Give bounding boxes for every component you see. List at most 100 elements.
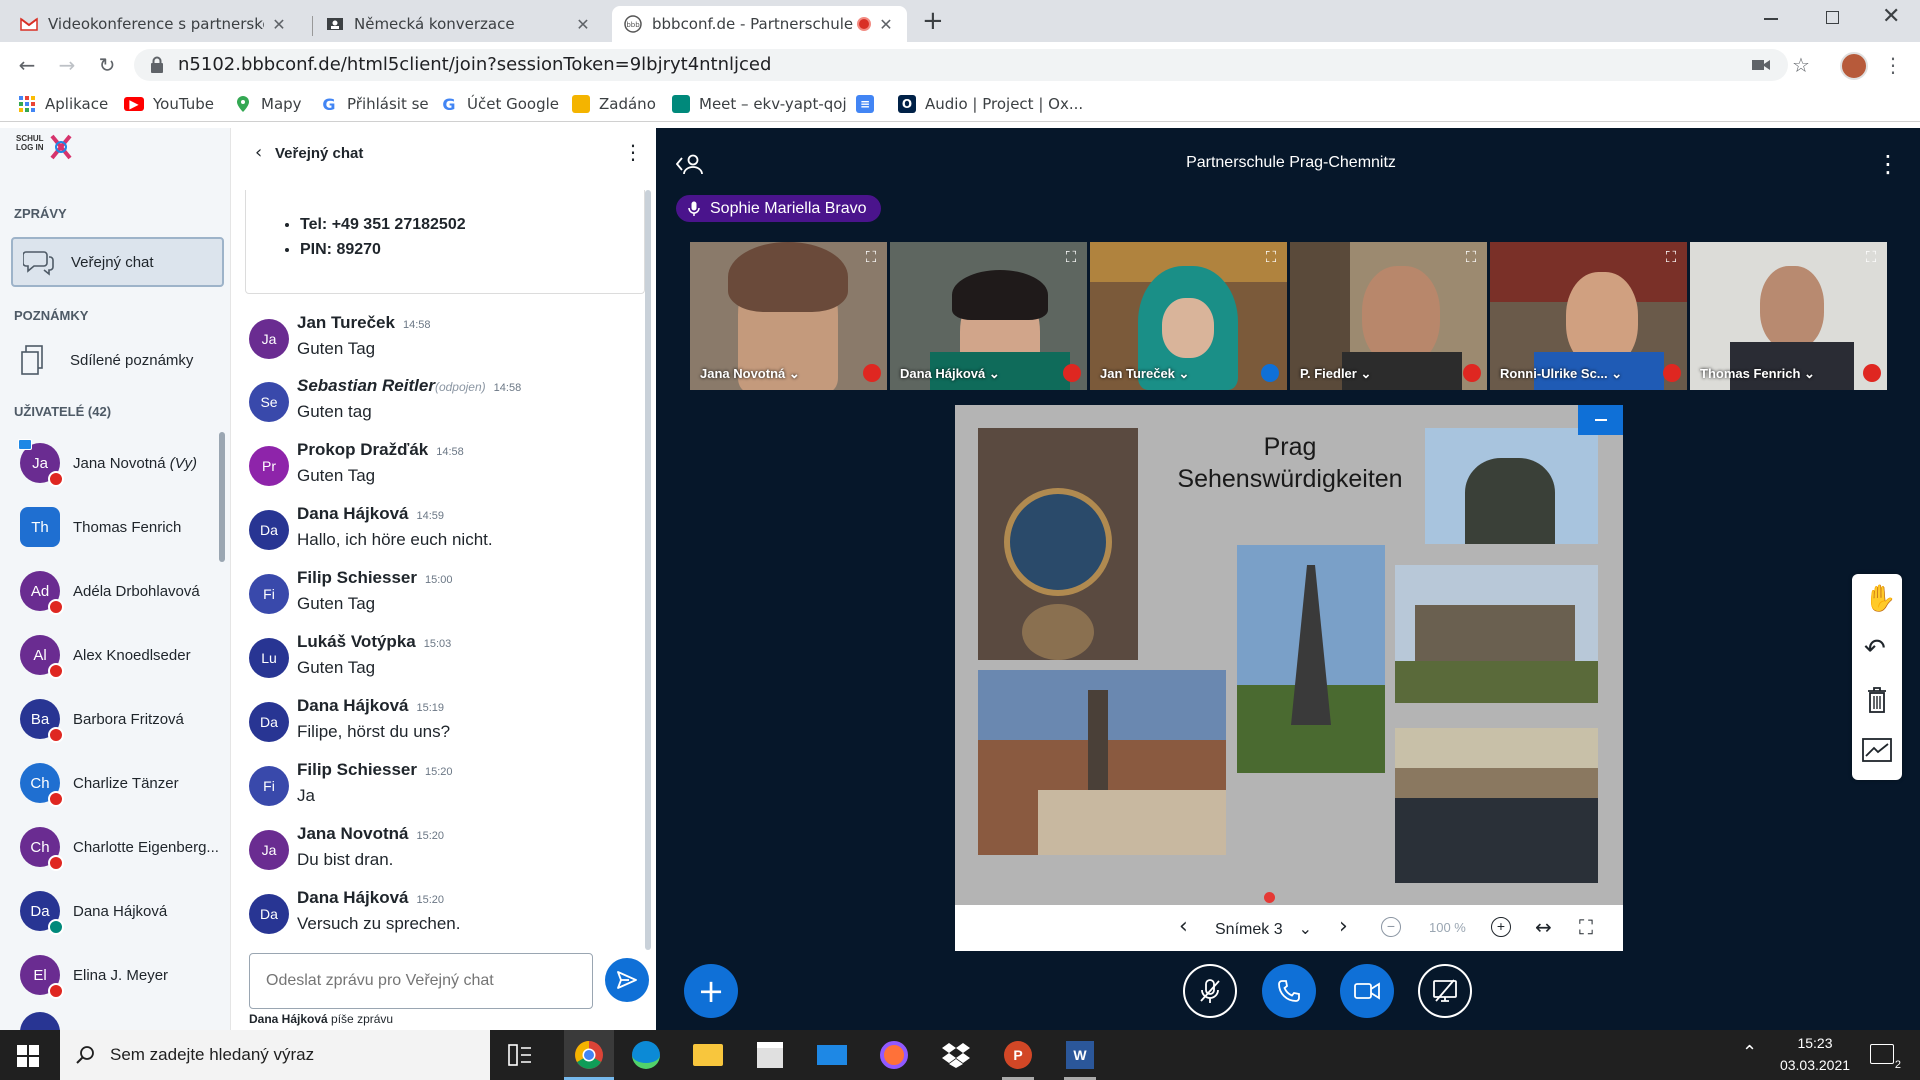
bookmark-sign-in[interactable]: G Přihlásit se [320, 93, 428, 115]
chat-message-input[interactable] [249, 953, 593, 1009]
public-chat-item[interactable]: Veřejný chat [11, 237, 224, 287]
url-text[interactable]: n5102.bbbconf.de/html5client/join?sessio… [178, 54, 771, 75]
taskbar-powerpoint[interactable]: P [998, 1035, 1038, 1075]
user-item[interactable]: Ba Barbora Fritzová [20, 694, 184, 744]
new-tab-icon[interactable]: + [922, 6, 944, 36]
fullscreen-icon[interactable]: ⛶ [1579, 915, 1593, 939]
tab-bbbconf[interactable]: bbb bbbconf.de - Partnerschule P ✕ [612, 6, 907, 42]
camera-blocked-icon[interactable] [1752, 58, 1770, 72]
fullscreen-icon[interactable]: ⛶ [1861, 248, 1881, 268]
meeting-options-icon[interactable]: ⋮ [1876, 150, 1900, 178]
bookmark-google-account[interactable]: G Účet Google [440, 93, 559, 115]
close-tab-icon[interactable]: ✕ [877, 15, 895, 34]
chat-options-icon[interactable]: ⋮ [623, 140, 643, 164]
video-user-name[interactable]: Jan Tureček ⌄ [1100, 366, 1189, 382]
profile-avatar[interactable] [1840, 52, 1868, 80]
undo-icon[interactable]: ↶ [1864, 634, 1886, 664]
user-item[interactable]: Da Dana Hájková [20, 886, 167, 936]
taskbar-mail[interactable] [812, 1035, 852, 1075]
bookmark-youtube[interactable]: ▶ YouTube [124, 93, 214, 115]
hide-presentation-button[interactable] [1578, 405, 1623, 435]
taskbar-store[interactable] [750, 1035, 790, 1075]
taskbar-search-box[interactable]: Sem zadejte hledaný výraz [60, 1030, 490, 1080]
bookmark-apps[interactable]: Aplikace [18, 93, 108, 115]
video-tile[interactable]: ⛶ Thomas Fenrich ⌄ [1690, 242, 1887, 390]
shared-notes-item[interactable]: Sdílené poznámky [20, 340, 220, 380]
user-item[interactable]: Ch Charlize Tänzer [20, 758, 179, 808]
video-user-name[interactable]: P. Fiedler ⌄ [1300, 366, 1371, 382]
bookmark-meet[interactable]: Meet – ekv-yapt-qoj [672, 93, 847, 115]
windows-start-icon[interactable] [17, 1045, 39, 1067]
taskbar-word[interactable]: W [1060, 1035, 1100, 1075]
presentation-slide[interactable]: Prag Sehenswürdigkeiten [955, 405, 1623, 905]
video-user-name[interactable]: Thomas Fenrich ⌄ [1700, 366, 1815, 382]
notification-center-icon[interactable]: 2 [1870, 1044, 1901, 1071]
bookmark-docs[interactable]: ≡ [856, 93, 883, 115]
minimize-icon[interactable] [1764, 18, 1778, 20]
video-user-name[interactable]: Ronni-Ulrike Sc... ⌄ [1500, 366, 1622, 382]
video-user-name[interactable]: Dana Hájková ⌄ [900, 366, 1000, 382]
video-user-name[interactable]: Jana Novotná ⌄ [700, 366, 800, 382]
chat-back-icon[interactable]: ‹ [255, 142, 262, 163]
next-slide-icon[interactable]: › [1339, 914, 1348, 939]
user-item[interactable]: Ch Charlotte Eigenberg... [20, 822, 219, 872]
fullscreen-icon[interactable]: ⛶ [1661, 248, 1681, 268]
unmute-button[interactable] [1183, 964, 1237, 1018]
slide-select[interactable]: Snímek 3 ⌄ [1215, 919, 1312, 939]
clock-date[interactable]: 03.03.2021 [1770, 1057, 1860, 1073]
video-tile[interactable]: ⛶ Jan Tureček ⌄ [1090, 242, 1287, 390]
bookmark-classroom[interactable]: Zadáno [572, 93, 656, 115]
users-scrollbar[interactable] [219, 432, 225, 562]
video-tile[interactable]: ⛶ Dana Hájková ⌄ [890, 242, 1087, 390]
fullscreen-icon[interactable]: ⛶ [861, 248, 881, 268]
user-item[interactable]: Ja Jana Novotná (Vy) [18, 438, 197, 488]
actions-plus-button[interactable]: + [684, 964, 738, 1018]
fit-width-icon[interactable]: ↔ [1535, 915, 1552, 939]
task-view-icon[interactable] [508, 1044, 532, 1066]
send-message-button[interactable] [605, 958, 649, 1002]
fullscreen-icon[interactable]: ⛶ [1461, 248, 1481, 268]
restore-icon[interactable] [1826, 11, 1839, 24]
share-screen-button[interactable] [1418, 964, 1472, 1018]
reload-icon[interactable]: ↻ [94, 52, 120, 78]
close-tab-icon[interactable]: ✕ [574, 15, 592, 34]
toggle-userlist-icon[interactable] [676, 152, 704, 176]
previous-slide-icon[interactable]: ‹ [1179, 914, 1188, 939]
zoom-in-icon[interactable]: + [1491, 917, 1511, 937]
user-item[interactable]: El Elina J. Meyer [20, 950, 168, 1000]
pan-hand-icon[interactable]: ✋ [1864, 584, 1896, 614]
bookmark-star-icon[interactable]: ☆ [1788, 52, 1814, 78]
taskbar-firefox[interactable] [874, 1035, 914, 1075]
lock-icon[interactable] [150, 56, 164, 74]
clock-time[interactable]: 15:23 [1770, 1035, 1860, 1051]
bookmark-oxford[interactable]: O Audio | Project | Ox... [898, 93, 1083, 115]
taskbar-edge[interactable] [626, 1035, 666, 1075]
fullscreen-icon[interactable]: ⛶ [1261, 248, 1281, 268]
user-item[interactable]: Ad Adéla Drbohlavová [20, 566, 200, 616]
chat-title[interactable]: Veřejný chat [275, 145, 363, 162]
multi-user-whiteboard-icon[interactable] [1862, 738, 1892, 762]
trash-icon[interactable] [1866, 686, 1888, 714]
user-item[interactable]: Th Thomas Fenrich [20, 502, 181, 552]
video-tile[interactable]: ⛶ P. Fiedler ⌄ [1290, 242, 1487, 390]
tab-classroom[interactable]: Německá konverzace ✕ [314, 6, 604, 42]
menu-dots-icon[interactable]: ⋮ [1880, 52, 1906, 78]
zoom-out-icon[interactable]: − [1381, 917, 1401, 937]
video-tile[interactable]: ⛶ Jana Novotná ⌄ [690, 242, 887, 390]
taskbar-chrome[interactable] [564, 1030, 614, 1080]
fullscreen-icon[interactable]: ⛶ [1061, 248, 1081, 268]
leave-audio-button[interactable] [1262, 964, 1316, 1018]
close-window-icon[interactable]: ✕ [1882, 4, 1900, 29]
taskbar-file-explorer[interactable] [688, 1035, 728, 1075]
user-item[interactable]: Al Alex Knoedlseder [20, 630, 191, 680]
back-icon[interactable]: ← [14, 52, 40, 78]
show-hidden-icons-icon[interactable]: ⌃ [1742, 1042, 1757, 1063]
chat-scrollbar[interactable] [645, 190, 651, 950]
share-webcam-button[interactable] [1340, 964, 1394, 1018]
forward-icon[interactable]: → [54, 52, 80, 78]
taskbar-dropbox[interactable] [936, 1035, 976, 1075]
bookmark-maps[interactable]: Mapy [234, 93, 302, 115]
close-tab-icon[interactable]: ✕ [270, 15, 288, 34]
tab-gmail[interactable]: Videokonference s partnerskou š ✕ [8, 6, 300, 42]
video-tile[interactable]: ⛶ Ronni-Ulrike Sc... ⌄ [1490, 242, 1687, 390]
